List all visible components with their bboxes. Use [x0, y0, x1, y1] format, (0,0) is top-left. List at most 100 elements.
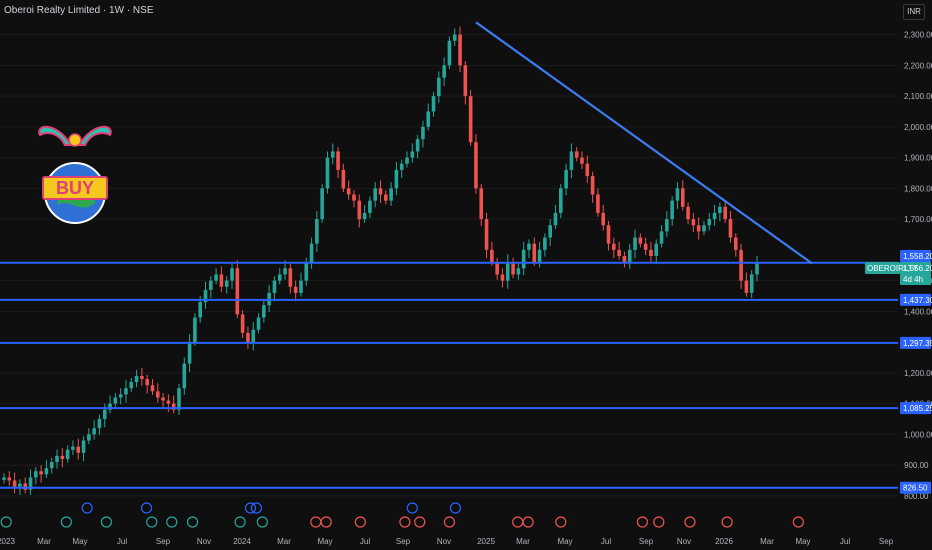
event-marker[interactable]	[234, 516, 246, 528]
candle-body	[665, 219, 669, 232]
event-marker[interactable]	[100, 516, 113, 528]
candle-body	[182, 363, 187, 389]
event-marker[interactable]	[146, 516, 158, 528]
time-tick-label: Mar	[277, 537, 291, 546]
candle-body	[479, 188, 484, 220]
candle-body	[691, 219, 696, 226]
support-resistance-levels[interactable]	[0, 261, 898, 489]
event-marker[interactable]	[449, 502, 461, 514]
event-marker[interactable]	[406, 502, 418, 514]
event-marker[interactable]	[310, 516, 322, 528]
event-marker[interactable]	[250, 502, 263, 514]
candlestick-series	[2, 26, 759, 495]
event-marker[interactable]	[512, 516, 524, 528]
event-marker[interactable]	[256, 516, 268, 528]
candle-body	[527, 243, 531, 250]
level-badge-text: 1,297.35	[903, 339, 932, 348]
event-marker[interactable]	[555, 516, 567, 528]
event-marker[interactable]	[636, 516, 649, 528]
candle-body	[415, 139, 420, 152]
candle-body	[389, 188, 393, 201]
candle-body	[421, 126, 425, 140]
event-marker[interactable]	[140, 502, 153, 514]
candle-body	[118, 394, 123, 398]
time-tick-label: Sep	[156, 537, 171, 546]
candle-body	[262, 305, 266, 318]
event-marker[interactable]	[166, 516, 178, 528]
candle-body	[81, 440, 86, 453]
candle-body	[384, 194, 388, 201]
candle-body	[495, 262, 499, 275]
candle-body	[246, 332, 250, 343]
level-badge-text: 1,437.30	[903, 296, 932, 305]
time-tick-label: May	[795, 537, 810, 546]
candle-body	[18, 483, 22, 487]
event-marker[interactable]	[244, 502, 257, 514]
candle-body	[511, 262, 515, 275]
event-marker[interactable]	[186, 516, 199, 528]
candle-body	[680, 188, 685, 207]
candle-body	[437, 77, 441, 97]
candle-body	[590, 176, 595, 195]
candle-body	[288, 268, 293, 287]
candle-body	[92, 428, 96, 435]
event-marker[interactable]	[81, 502, 93, 514]
candle-body	[739, 249, 743, 281]
candle-body	[484, 219, 489, 250]
candle-body	[71, 446, 75, 450]
candle-body	[60, 455, 65, 459]
event-marker[interactable]	[522, 516, 534, 528]
candle-body	[219, 274, 224, 287]
price-tick-label: 2,100.00	[904, 92, 932, 101]
ticker-badge-text: OBEROIRLTY	[867, 264, 919, 273]
candle-body	[537, 249, 542, 263]
candle-body	[702, 225, 706, 232]
price-tick-label: 2,200.00	[904, 61, 932, 70]
candle-body	[145, 379, 149, 386]
buy-caduceus-icon: BUY	[38, 125, 112, 224]
event-marker[interactable]	[0, 516, 12, 528]
candle-body	[431, 96, 436, 112]
event-marker[interactable]	[399, 516, 411, 528]
event-marker[interactable]	[60, 516, 72, 528]
grid-lines	[0, 34, 898, 497]
event-marker[interactable]	[653, 516, 665, 528]
event-marker[interactable]	[320, 516, 332, 528]
candle-body	[617, 249, 621, 256]
candle-body	[102, 409, 107, 419]
price-tick-label: 1,900.00	[904, 154, 932, 163]
candle-body	[696, 225, 701, 232]
candle-body	[649, 249, 653, 256]
event-marker[interactable]	[792, 516, 804, 528]
candle-body	[585, 163, 590, 177]
level-badge-text: 826.50	[903, 484, 928, 493]
candle-body	[521, 249, 526, 269]
candle-body	[564, 169, 568, 189]
candle-body	[638, 237, 643, 244]
candle-body	[516, 268, 521, 275]
event-marker[interactable]	[684, 516, 696, 528]
candle-body	[452, 34, 457, 41]
event-marker[interactable]	[721, 516, 733, 528]
candle-body	[633, 237, 637, 250]
candle-body	[378, 188, 383, 195]
time-axis[interactable]: 2023 Mar May Jul Sep Nov 2024 Mar May Jul Sep Nov 20…	[0, 537, 894, 546]
candle-body	[187, 342, 192, 364]
descending-trendline[interactable]	[475, 21, 813, 265]
price-chart[interactable]: 2,300.00 2,200.00 2,100.00 2,000.00 1,900.00…	[0, 0, 932, 550]
candle-body	[399, 163, 404, 170]
event-marker[interactable]	[443, 516, 456, 528]
candle-body	[718, 206, 722, 213]
time-tick-label: Nov	[437, 537, 451, 546]
candle-body	[150, 385, 155, 392]
candle-body	[235, 268, 240, 315]
price-tick-label: 1,200.00	[904, 369, 932, 378]
event-marker[interactable]	[354, 516, 366, 528]
event-marker[interactable]	[414, 516, 426, 528]
candle-body	[224, 280, 229, 287]
event-markers[interactable]	[0, 502, 804, 528]
candle-body	[362, 212, 367, 220]
price-tick-label: 2,300.00	[904, 31, 932, 40]
time-tick-label: Jul	[360, 537, 370, 546]
candle-body	[622, 256, 627, 263]
